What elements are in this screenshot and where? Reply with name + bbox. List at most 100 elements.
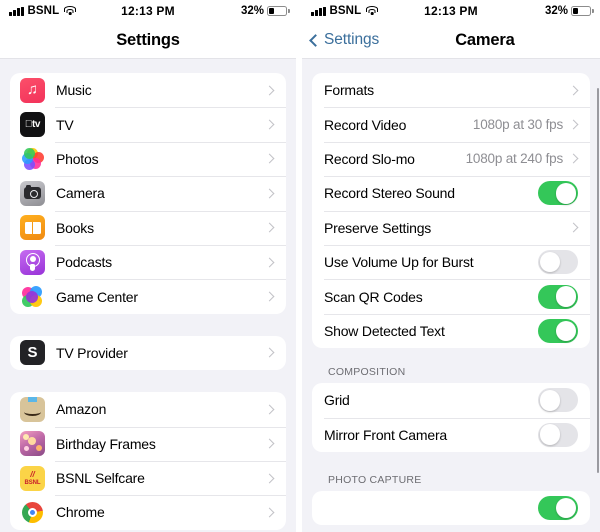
camera-row-record-stereo-sound[interactable]: Record Stereo Sound [312,176,590,210]
tv-app-icon: tv [20,112,45,138]
camera-row-label: Show Detected Text [324,322,445,339]
camera-row-label: Formats [324,82,374,99]
chevron-right-icon [264,188,275,199]
third-party-apps-group: Amazon Birthday Frames //BSNL BSNL Selfc… [10,392,286,530]
settings-row-chrome[interactable]: Chrome [10,495,286,529]
chevron-right-icon [264,404,275,415]
chevron-right-icon [264,507,275,518]
birthday-frames-app-icon [20,431,45,457]
page-title: Settings [116,30,180,49]
camera-row-label: Record Slo-mo [324,150,415,167]
settings-row-amazon[interactable]: Amazon [10,392,286,426]
settings-row-label: Camera [56,185,105,202]
use-volume-up-for-burst-toggle[interactable] [538,250,578,275]
photos-app-icon [20,146,45,172]
battery-icon [267,6,290,16]
back-button[interactable]: Settings [302,31,379,49]
camera-row-mirror-front-camera[interactable]: Mirror Front Camera [312,417,590,452]
chevron-right-icon [264,222,275,233]
amazon-app-icon [20,396,45,422]
music-app-icon: ♫ [20,77,45,103]
tv-provider-group: S TV Provider [10,335,286,371]
grid-toggle[interactable] [538,388,578,413]
settings-row-label: Music [56,82,92,99]
scan-qr-codes-toggle[interactable] [538,284,578,309]
nav-bar-left: Settings [0,22,296,58]
camera-app-icon [20,180,45,206]
camera-row-use-volume-up-for-burst[interactable]: Use Volume Up for Burst [312,244,590,279]
mirror-front-camera-toggle[interactable] [538,422,578,447]
camera-row-formats[interactable]: Formats [312,73,590,107]
settings-row-camera[interactable]: Camera [10,176,286,210]
chevron-right-icon [264,347,275,358]
back-button-label: Settings [324,31,380,48]
settings-row-label: Game Center [56,288,138,305]
camera-row-record-video[interactable]: Record Video 1080p at 30 fps [312,107,590,141]
camera-row-label: Record Video [324,116,407,133]
chevron-left-icon [309,33,322,47]
chevron-right-icon [264,291,275,302]
settings-row-label: Podcasts [56,254,112,271]
camera-row-photo-capture-first[interactable] [312,491,590,525]
photo-capture-group [312,490,590,526]
section-header-composition: COMPOSITION [328,366,406,379]
settings-row-podcasts[interactable]: Podcasts [10,244,286,279]
settings-row-bsnl-selfcare[interactable]: //BSNL BSNL Selfcare [10,460,286,495]
settings-row-music[interactable]: ♫ Music [10,73,286,107]
settings-row-game-center[interactable]: Game Center [10,279,286,313]
bsnl-selfcare-app-icon: //BSNL [20,465,45,491]
chevron-right-icon [264,473,275,484]
settings-row-label: Chrome [56,504,105,521]
status-bar-left: BSNL 12:13 PM 32% [0,0,296,22]
books-app-icon [20,215,45,241]
podcasts-app-icon [20,249,45,275]
camera-settings-scroll[interactable]: Formats Record Video 1080p at 30 fps Rec… [302,73,600,532]
camera-row-label: Grid [324,392,350,409]
settings-row-label: Books [56,219,94,236]
vertical-scrollbar[interactable] [596,88,599,473]
camera-row-value: 1080p at 240 fps [465,151,564,167]
camera-main-group: Formats Record Video 1080p at 30 fps Rec… [312,73,590,349]
camera-row-scan-qr-codes[interactable]: Scan QR Codes [312,279,590,313]
clock-label: 12:13 PM [424,4,478,18]
game-center-app-icon [20,284,45,310]
settings-row-birthday-frames[interactable]: Birthday Frames [10,426,286,461]
camera-row-record-slo-mo[interactable]: Record Slo-mo 1080p at 240 fps [312,141,590,176]
nav-divider-left [0,58,296,59]
settings-row-photos[interactable]: Photos [10,141,286,176]
settings-row-label: BSNL Selfcare [56,470,145,487]
status-bar-right: BSNL 12:13 PM 32% [302,0,600,22]
chevron-right-icon [264,85,275,96]
chevron-right-icon [264,257,275,268]
nav-bar-right: Settings Camera [302,22,600,58]
settings-row-label: Birthday Frames [56,435,156,452]
camera-row-label: Preserve Settings [324,219,432,236]
settings-row-books[interactable]: Books [10,210,286,245]
settings-row-label: TV Provider [56,344,128,361]
clock-label: 12:13 PM [121,4,175,18]
camera-row-label: Scan QR Codes [324,288,423,305]
section-header-photo-capture: PHOTO CAPTURE [328,473,422,486]
chevron-right-icon [568,85,579,96]
settings-row-tv-provider[interactable]: S TV Provider [10,336,286,370]
camera-row-show-detected-text[interactable]: Show Detected Text [312,313,590,348]
chevron-right-icon [264,119,275,130]
chevron-right-icon [568,154,579,164]
show-detected-text-toggle[interactable] [538,318,578,343]
settings-row-label: TV [56,116,74,133]
nav-divider-right [302,58,600,59]
camera-row-label: Mirror Front Camera [324,426,447,443]
settings-list-scroll[interactable]: ♫ Music tv TV Photos [0,73,296,532]
camera-row-label: Use Volume Up for Burst [324,254,474,271]
apple-apps-group: ♫ Music tv TV Photos [10,73,286,314]
right-screenshot-camera-settings: BSNL 12:13 PM 32% Settings Camera Format… [302,0,600,532]
photo-capture-toggle[interactable] [538,496,578,521]
record-stereo-sound-toggle[interactable] [538,181,578,206]
tv-provider-app-icon: S [20,340,45,366]
chevron-right-icon [568,119,579,130]
chevron-right-icon [264,154,275,164]
settings-row-tv[interactable]: tv TV [10,107,286,141]
camera-row-preserve-settings[interactable]: Preserve Settings [312,210,590,245]
chevron-right-icon [264,438,275,449]
camera-row-grid[interactable]: Grid [312,383,590,417]
